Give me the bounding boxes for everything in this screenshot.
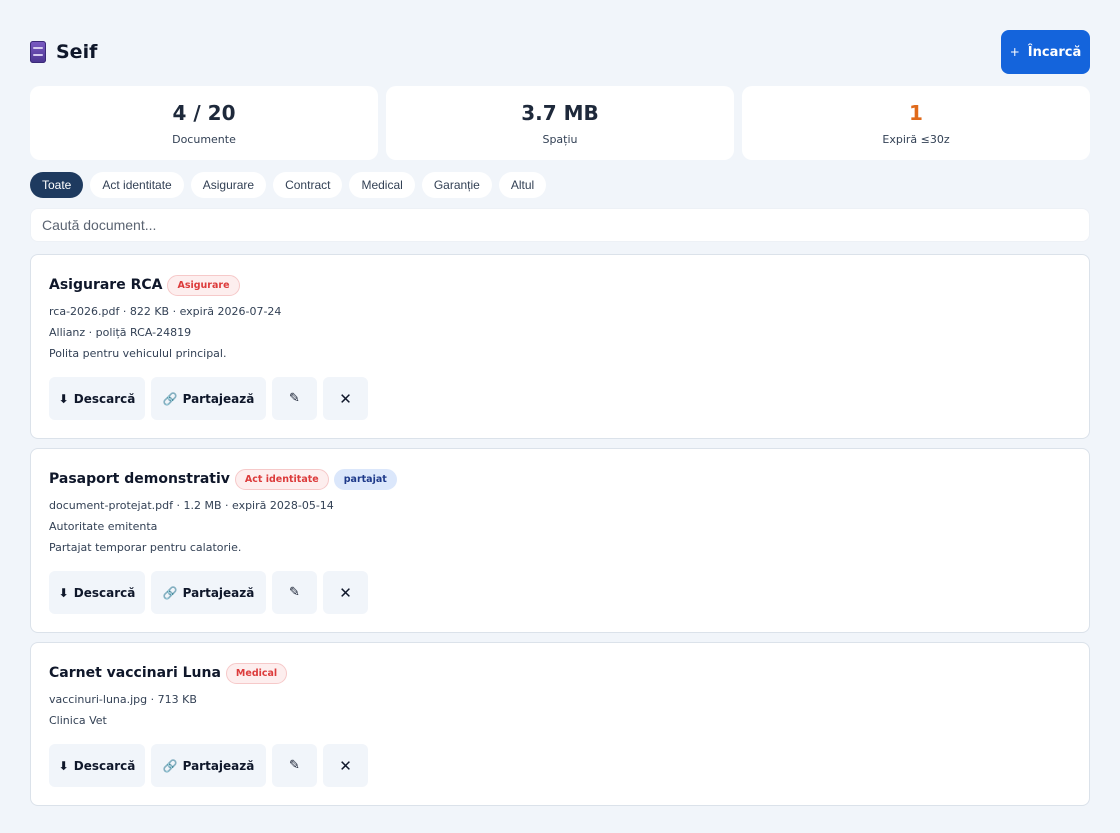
document-actions: ⬇ Descarcă 🔗 Partajează ✎ ✕ bbox=[49, 571, 1071, 614]
share-button[interactable]: 🔗 Partajează bbox=[151, 571, 266, 614]
edit-button[interactable]: ✎ bbox=[272, 571, 317, 614]
document-card: Carnet vaccinari Luna Medical vaccinuri-… bbox=[30, 642, 1090, 806]
share-label: Partajează bbox=[182, 585, 255, 600]
download-label: Descarcă bbox=[73, 758, 136, 773]
document-title-row: Carnet vaccinari Luna Medical bbox=[49, 661, 1071, 685]
document-title: Carnet vaccinari Luna bbox=[49, 665, 221, 681]
delete-button[interactable]: ✕ bbox=[323, 377, 368, 420]
filter-chip-other[interactable]: Altul bbox=[498, 172, 547, 198]
download-button[interactable]: ⬇ Descarcă bbox=[49, 571, 145, 614]
stat-value: 4 / 20 bbox=[172, 100, 236, 125]
upload-label: Încarcă bbox=[1027, 44, 1082, 60]
document-issuer: Autoritate emitenta bbox=[49, 520, 158, 533]
stat-expiring: 1 Expiră ≤30z bbox=[742, 86, 1090, 160]
category-badge: Asigurare bbox=[167, 274, 240, 296]
share-button[interactable]: 🔗 Partajează bbox=[151, 744, 266, 787]
shared-badge: partajat bbox=[333, 468, 397, 490]
stat-value: 3.7 MB bbox=[521, 100, 599, 125]
document-title-row: Pasaport demonstrativ Act identitate par… bbox=[49, 467, 1071, 491]
link-icon: 🔗 bbox=[162, 391, 178, 406]
document-note: Polita pentru vehiculul principal. bbox=[49, 347, 227, 360]
download-label: Descarcă bbox=[73, 391, 136, 406]
search-input[interactable] bbox=[42, 217, 1078, 233]
document-actions: ⬇ Descarcă 🔗 Partajează ✎ ✕ bbox=[49, 377, 1071, 420]
share-label: Partajează bbox=[182, 391, 255, 406]
upload-button[interactable]: + Încarcă bbox=[1001, 30, 1090, 74]
stat-label: Spațiu bbox=[542, 132, 578, 146]
filter-chip-insurance[interactable]: Asigurare bbox=[190, 172, 267, 198]
stat-value: 1 bbox=[909, 100, 923, 125]
vault-icon bbox=[30, 41, 46, 63]
plus-icon: + bbox=[1009, 45, 1020, 59]
close-icon: ✕ bbox=[339, 756, 352, 775]
document-title: Asigurare RCA bbox=[49, 277, 163, 293]
document-file-info: rca-2026.pdf · 822 KB · expiră 2026-07-2… bbox=[49, 305, 282, 318]
document-note: Partajat temporar pentru calatorie. bbox=[49, 541, 242, 554]
search-box bbox=[30, 208, 1090, 242]
filter-chip-identity[interactable]: Act identitate bbox=[90, 172, 184, 198]
share-button[interactable]: 🔗 Partajează bbox=[151, 377, 266, 420]
document-card: Asigurare RCA Asigurare rca-2026.pdf · 8… bbox=[30, 254, 1090, 439]
document-file-info: document-protejat.pdf · 1.2 MB · expiră … bbox=[49, 499, 334, 512]
download-icon: ⬇ bbox=[58, 585, 69, 600]
edit-button[interactable]: ✎ bbox=[272, 744, 317, 787]
document-file-info: vaccinuri-luna.jpg · 713 KB bbox=[49, 693, 197, 706]
filter-chip-medical[interactable]: Medical bbox=[349, 172, 415, 198]
link-icon: 🔗 bbox=[162, 585, 178, 600]
stats-row: 4 / 20 Documente 3.7 MB Spațiu 1 Expiră … bbox=[30, 86, 1090, 160]
close-icon: ✕ bbox=[339, 389, 352, 408]
filter-chips: Toate Act identitate Asigurare Contract … bbox=[30, 172, 547, 198]
pencil-icon: ✎ bbox=[289, 758, 300, 773]
download-icon: ⬇ bbox=[58, 758, 69, 773]
filter-chip-contract[interactable]: Contract bbox=[273, 172, 343, 198]
pencil-icon: ✎ bbox=[289, 585, 300, 600]
category-badge: Medical bbox=[225, 662, 288, 684]
download-button[interactable]: ⬇ Descarcă bbox=[49, 377, 145, 420]
download-button[interactable]: ⬇ Descarcă bbox=[49, 744, 145, 787]
category-badge: Act identitate bbox=[234, 468, 329, 490]
close-icon: ✕ bbox=[339, 583, 352, 602]
share-label: Partajează bbox=[182, 758, 255, 773]
pencil-icon: ✎ bbox=[289, 391, 300, 406]
document-issuer: Clinica Vet bbox=[49, 714, 107, 727]
stat-label: Documente bbox=[172, 132, 236, 146]
stat-storage: 3.7 MB Spațiu bbox=[386, 86, 734, 160]
document-list: Asigurare RCA Asigurare rca-2026.pdf · 8… bbox=[30, 254, 1090, 815]
download-icon: ⬇ bbox=[58, 391, 69, 406]
page-title: Seif bbox=[56, 41, 98, 63]
edit-button[interactable]: ✎ bbox=[272, 377, 317, 420]
document-card: Pasaport demonstrativ Act identitate par… bbox=[30, 448, 1090, 633]
brand: Seif bbox=[30, 41, 97, 63]
delete-button[interactable]: ✕ bbox=[323, 744, 368, 787]
stat-documents: 4 / 20 Documente bbox=[30, 86, 378, 160]
download-label: Descarcă bbox=[73, 585, 136, 600]
document-title-row: Asigurare RCA Asigurare bbox=[49, 273, 1071, 297]
filter-chip-all[interactable]: Toate bbox=[30, 172, 84, 198]
document-issuer: Allianz · poliță RCA-24819 bbox=[49, 326, 192, 339]
filter-chip-warranty[interactable]: Garanție bbox=[421, 172, 492, 198]
header: Seif + Încarcă bbox=[30, 30, 1090, 74]
delete-button[interactable]: ✕ bbox=[323, 571, 368, 614]
stat-label: Expiră ≤30z bbox=[882, 132, 950, 146]
document-actions: ⬇ Descarcă 🔗 Partajează ✎ ✕ bbox=[49, 744, 1071, 787]
link-icon: 🔗 bbox=[162, 758, 178, 773]
document-title: Pasaport demonstrativ bbox=[49, 471, 230, 487]
